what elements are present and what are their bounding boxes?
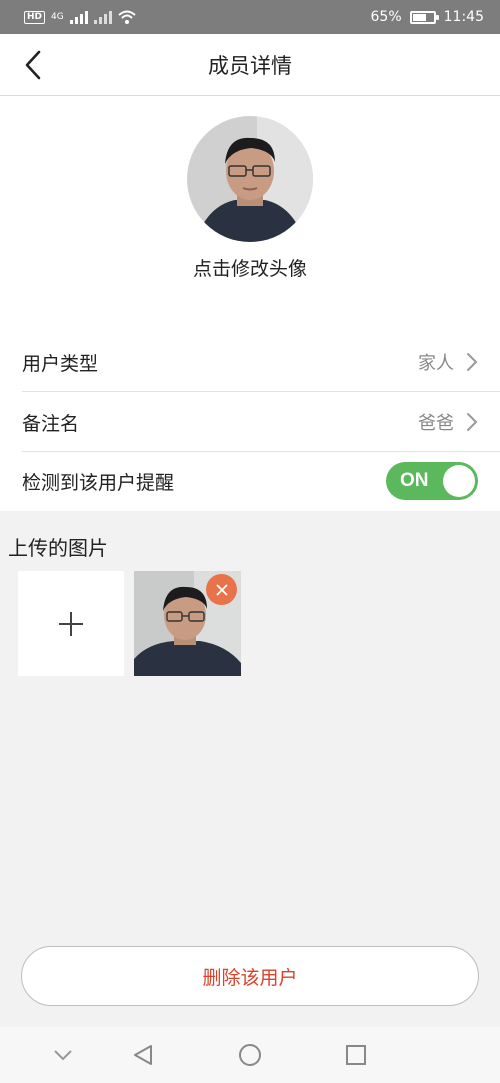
circle-home-icon [239, 1044, 261, 1066]
page-title: 成员详情 [208, 53, 292, 78]
user-type-label: 用户类型 [22, 352, 99, 375]
triangle-back-icon [134, 1045, 152, 1065]
toggle-knob [443, 465, 475, 497]
remark-name-label: 备注名 [22, 412, 80, 435]
chevron-right-icon [466, 352, 478, 372]
detection-alert-toggle[interactable]: ON [386, 462, 478, 500]
change-avatar-link[interactable]: 点击修改头像 [0, 254, 500, 281]
user-type-value: 家人 [418, 353, 454, 374]
toggle-state-text: ON [400, 470, 429, 491]
network-type: 4G [51, 12, 64, 22]
profile-section: 点击修改头像 [0, 96, 500, 330]
battery-icon [409, 10, 439, 24]
signal-no-sim-icon [93, 11, 112, 24]
remark-name-value: 爸爸 [418, 413, 454, 434]
detection-alert-label: 检测到该用户提醒 [22, 471, 175, 494]
wifi-icon [118, 10, 136, 24]
back-button[interactable] [16, 48, 50, 82]
chevron-right-icon [466, 412, 478, 432]
nav-home-button[interactable] [233, 1039, 267, 1071]
plus-icon [59, 611, 83, 636]
nav-recents-button[interactable] [339, 1039, 373, 1071]
avatar[interactable] [187, 116, 313, 242]
avatar-photo [187, 116, 313, 242]
chevron-left-icon [25, 50, 41, 80]
add-image-button[interactable] [18, 571, 124, 676]
status-bar: HD 4G 65% 11:45 [0, 0, 500, 34]
remove-photo-button[interactable] [206, 574, 237, 605]
chevron-down-icon [54, 1050, 72, 1061]
nav-hide-button[interactable] [46, 1039, 80, 1071]
user-type-row[interactable]: 用户类型 家人 [0, 332, 500, 392]
close-icon [215, 583, 228, 596]
remark-name-row[interactable]: 备注名 爸爸 [0, 392, 500, 452]
hd-indicator: HD [24, 10, 46, 24]
clock: 11:45 [443, 9, 484, 25]
signal-icon [69, 11, 88, 24]
system-nav-bar [0, 1027, 500, 1083]
nav-back-button[interactable] [126, 1039, 160, 1071]
delete-user-button[interactable]: 删除该用户 [21, 946, 479, 1006]
detection-alert-row: 检测到该用户提醒 ON [0, 451, 500, 511]
battery-percent: 65% [370, 9, 402, 25]
uploaded-images-title: 上传的图片 [8, 536, 108, 560]
app-header: 成员详情 [0, 34, 500, 96]
square-recents-icon [346, 1045, 366, 1065]
settings-list: 用户类型 家人 备注名 爸爸 检测到该用户提醒 ON [0, 330, 500, 511]
